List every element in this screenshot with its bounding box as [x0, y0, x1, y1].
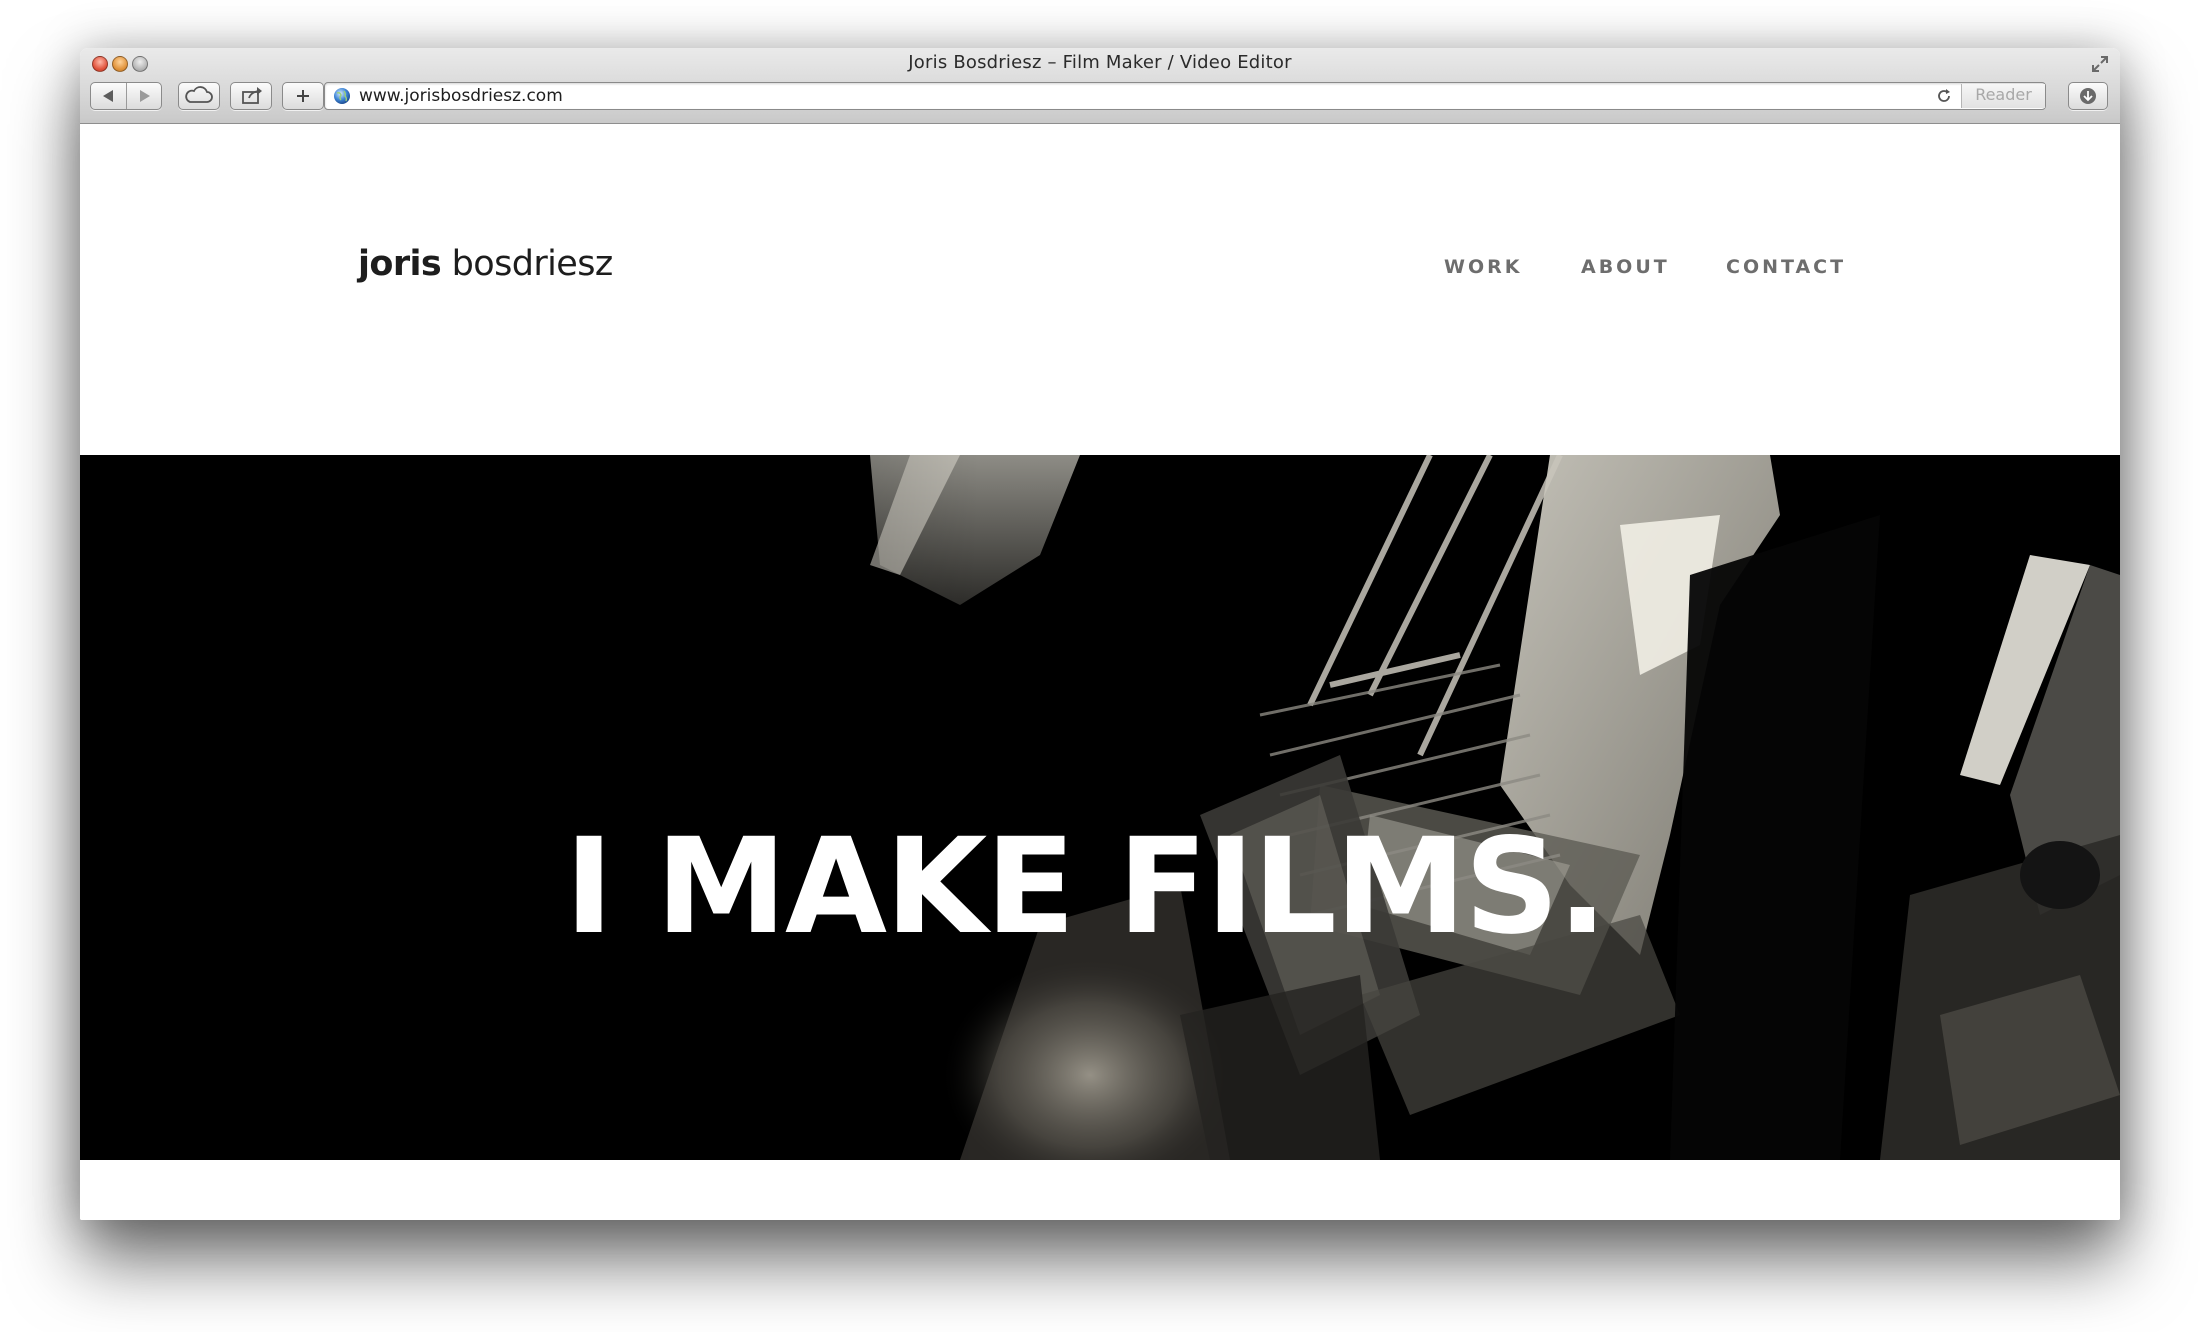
new-tab-button[interactable] — [282, 82, 324, 110]
back-forward-buttons — [90, 82, 162, 110]
browser-toolbar: Joris Bosdriesz – Film Maker / Video Edi… — [80, 48, 2120, 124]
fullscreen-icon[interactable] — [2090, 54, 2110, 74]
nav-link-about[interactable]: ABOUT — [1581, 256, 1670, 278]
forward-arrow-icon[interactable] — [127, 83, 162, 109]
address-bar[interactable]: www.jorisbosdriesz.com Reader — [324, 82, 2046, 110]
hero-headline: I MAKE FILMS. — [564, 810, 1608, 965]
share-button[interactable] — [230, 82, 272, 110]
downloads-button[interactable] — [2068, 82, 2108, 110]
download-icon — [2080, 88, 2096, 104]
globe-icon — [334, 88, 350, 104]
nav-link-contact[interactable]: CONTACT — [1726, 256, 1846, 278]
plus-icon — [297, 90, 309, 102]
share-icon — [242, 87, 262, 104]
web-page: joris bosdriesz WORK ABOUT CONTACT I MAK… — [80, 124, 2120, 1220]
icloud-tabs-button[interactable] — [178, 82, 220, 110]
hero-background-image — [80, 455, 2120, 1160]
nav-link-work[interactable]: WORK — [1444, 256, 1522, 278]
main-nav: WORK ABOUT CONTACT — [80, 256, 2120, 286]
screenshot-stage: Joris Bosdriesz – Film Maker / Video Edi… — [0, 0, 2200, 1332]
reload-icon[interactable] — [1935, 87, 1953, 105]
url-text[interactable]: www.jorisbosdriesz.com — [359, 86, 563, 106]
back-arrow-icon[interactable] — [91, 83, 126, 109]
browser-window: Joris Bosdriesz – Film Maker / Video Edi… — [80, 48, 2120, 1220]
reader-button[interactable]: Reader — [1961, 84, 2045, 108]
cloud-icon — [185, 86, 213, 103]
window-title: Joris Bosdriesz – Film Maker / Video Edi… — [908, 52, 1292, 73]
hero-section: I MAKE FILMS. — [80, 455, 2120, 1160]
